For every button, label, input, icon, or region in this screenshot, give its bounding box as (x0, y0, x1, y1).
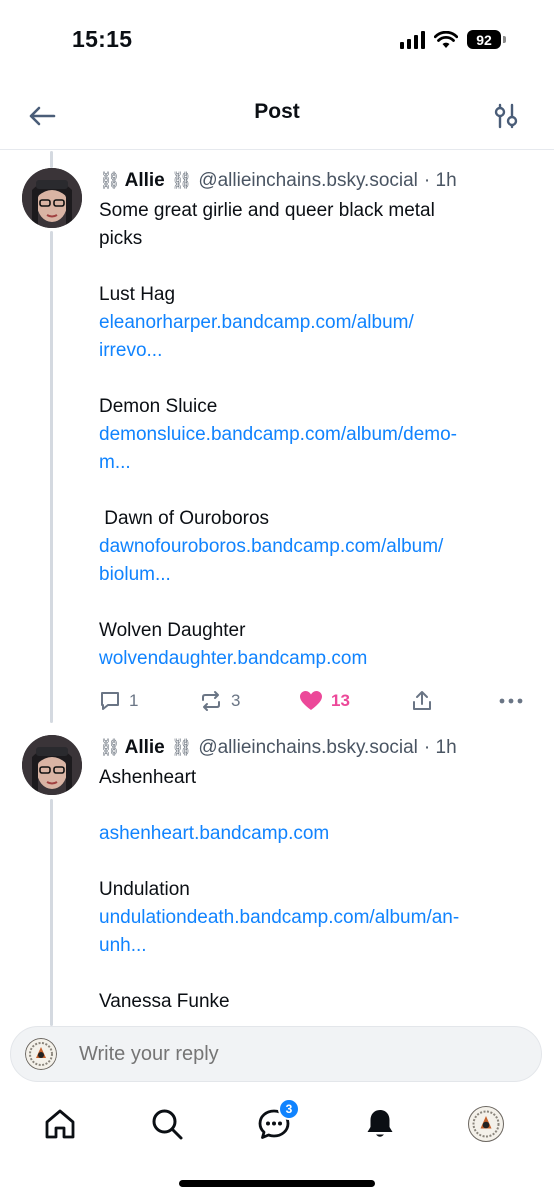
page-title: Post (254, 100, 300, 123)
link[interactable]: eleanorharper.bandcamp.com/album/ (99, 309, 536, 337)
post-actions: 1 3 13 (99, 686, 529, 716)
chat-badge: 3 (278, 1098, 300, 1120)
post-author-line: ⛓ Allie ⛓ @allieinchains.bsky.social · 1… (99, 735, 536, 761)
battery-icon: 92 (467, 30, 506, 49)
thread-line (50, 799, 53, 1026)
chain-icon: ⛓ (99, 738, 121, 757)
link[interactable]: wolvendaughter.bandcamp.com (99, 645, 536, 673)
cellular-signal-icon (400, 30, 425, 49)
search-icon (152, 1109, 183, 1140)
link[interactable]: demonsluice.bandcamp.com/album/demo- (99, 421, 536, 449)
like-button[interactable]: 13 (299, 690, 350, 712)
nav-profile[interactable] (466, 1104, 506, 1144)
sliders-icon (494, 103, 518, 129)
avatar[interactable] (22, 735, 82, 795)
reply-count: 1 (129, 691, 139, 710)
like-count: 13 (331, 691, 350, 710)
text-line: Lust Hag (99, 284, 176, 305)
text-line: Undulation (99, 879, 190, 900)
author-handle[interactable]: @allieinchains.bsky.social (198, 735, 418, 761)
bottom-navigation: 3 (0, 1090, 554, 1200)
nav-home[interactable] (40, 1104, 80, 1144)
author-name[interactable]: Allie (125, 735, 165, 761)
author-handle[interactable]: @allieinchains.bsky.social (198, 168, 418, 194)
thread: ⛓ Allie ⛓ @allieinchains.bsky.social · 1… (0, 151, 554, 1026)
chain-icon: ⛓ (170, 738, 193, 757)
home-icon (45, 1109, 75, 1139)
profile-avatar (468, 1106, 504, 1142)
post-text: Ashenheart ashenheart.bandcamp.com Undul… (99, 764, 536, 1016)
thread-settings-button[interactable] (490, 100, 522, 132)
avatar-image (22, 735, 82, 795)
text-line: Demon Sluice (99, 396, 218, 417)
more-options-button[interactable] (499, 698, 523, 704)
reply-button[interactable]: 1 (99, 690, 138, 712)
avatar-image (22, 168, 82, 228)
home-indicator (179, 1180, 375, 1187)
post-time: · 1h (423, 170, 457, 191)
avatar[interactable] (22, 168, 82, 228)
avatar-image (25, 1038, 57, 1070)
post-text: Some great girlie and queer black metal … (99, 197, 536, 673)
repost-icon (202, 691, 220, 711)
repost-count: 3 (231, 691, 241, 710)
link[interactable]: ashenheart.bandcamp.com (99, 820, 536, 848)
battery-level: 92 (467, 30, 501, 49)
thread-line (50, 231, 53, 723)
reply-input[interactable] (79, 1042, 479, 1066)
chain-icon: ⛓ (170, 171, 193, 190)
wifi-icon (434, 30, 458, 48)
link[interactable]: dawnofouroboros.bandcamp.com/album/ (99, 533, 536, 561)
comment-icon (101, 692, 119, 710)
thread-line (50, 151, 53, 168)
share-icon (413, 691, 431, 710)
share-button[interactable] (411, 690, 433, 712)
text-line: Ashenheart (99, 767, 197, 788)
link[interactable]: m... (99, 449, 536, 477)
heart-filled-icon (300, 691, 322, 710)
link[interactable]: unh... (99, 932, 536, 960)
post-time: · 1h (423, 737, 457, 758)
status-icons: 92 (400, 30, 506, 49)
text-line: picks (99, 228, 143, 249)
nav-search[interactable] (147, 1104, 187, 1144)
text-line: Wolven Daughter (99, 620, 246, 641)
post-header-bar: Post (0, 80, 554, 150)
status-bar: 15:15 92 (0, 0, 554, 80)
status-time: 15:15 (72, 26, 133, 52)
link[interactable]: undulationdeath.bandcamp.com/album/an- (99, 904, 536, 932)
ellipsis-icon (499, 698, 523, 704)
text-line: Some great girlie and queer black metal (99, 200, 435, 221)
link[interactable]: biolum... (99, 561, 536, 589)
reply-composer[interactable] (10, 1026, 542, 1082)
repost-button[interactable]: 3 (199, 690, 240, 712)
post-author-line: ⛓ Allie ⛓ @allieinchains.bsky.social · 1… (99, 168, 536, 194)
nav-chat[interactable]: 3 (254, 1098, 300, 1144)
author-name[interactable]: Allie (125, 168, 165, 194)
text-line: Dawn of Ouroboros (99, 508, 270, 529)
my-avatar (25, 1038, 57, 1070)
link[interactable]: irrevo... (99, 337, 536, 365)
chain-icon: ⛓ (99, 171, 121, 190)
bell-icon (367, 1110, 393, 1137)
nav-notifications[interactable] (360, 1104, 400, 1144)
text-line: Vanessa Funke (99, 991, 230, 1012)
